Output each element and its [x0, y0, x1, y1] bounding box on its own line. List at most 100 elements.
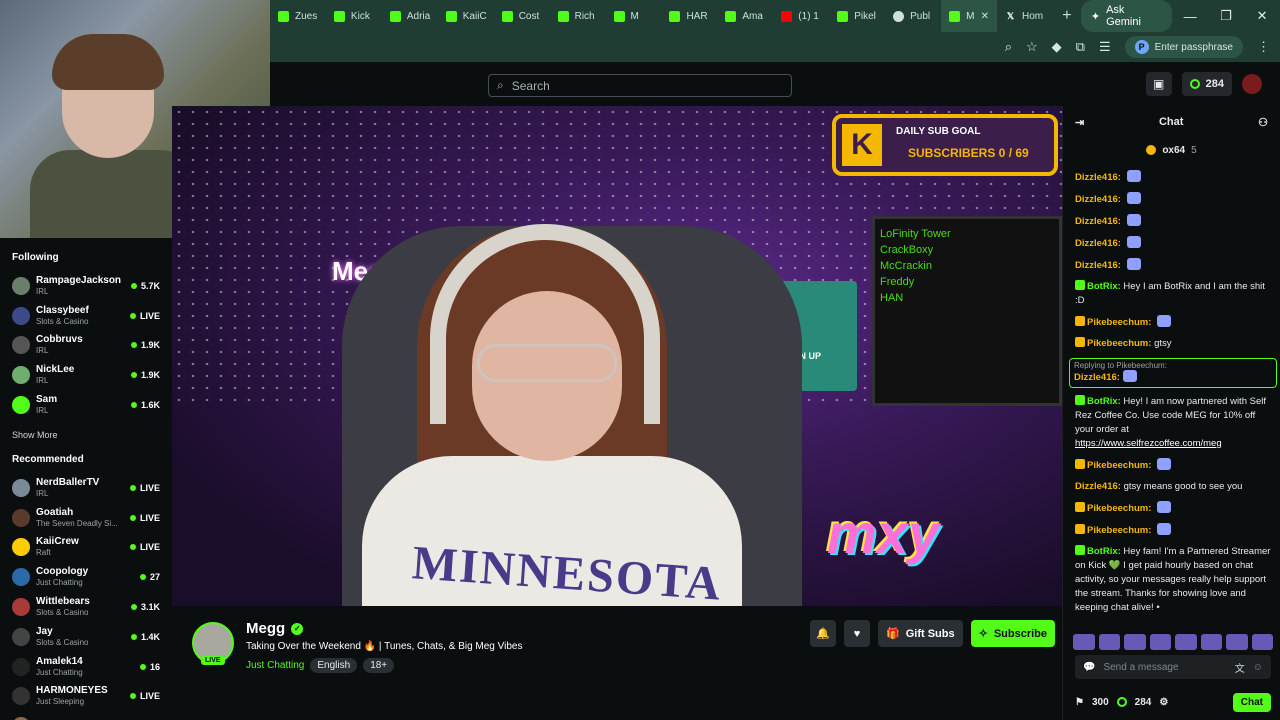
minimize-icon[interactable]: —: [1172, 9, 1208, 24]
browser-tab[interactable]: Publ: [885, 0, 941, 32]
chat-username[interactable]: Dizzle416:: [1075, 216, 1121, 227]
sidebar-channel[interactable]: Jay Slots & Casino 1.4K: [12, 622, 172, 652]
restore-icon[interactable]: ❐: [1208, 8, 1244, 24]
chat-username[interactable]: Dizzle416:: [1075, 238, 1121, 249]
chat-username[interactable]: Dizzle416:: [1075, 260, 1121, 271]
browser-tab[interactable]: Zues: [270, 0, 326, 32]
chat-bubble-icon: 💬: [1083, 661, 1096, 673]
puzzle-icon[interactable]: ⧉: [1076, 39, 1085, 55]
live-dot-icon: [130, 372, 137, 379]
browser-tab[interactable]: Kick: [326, 0, 382, 32]
sidebar-channel[interactable]: Classybeef Slots & Casino LIVE: [12, 301, 172, 331]
menu-kebab-icon[interactable]: ⋮: [1257, 39, 1270, 55]
browser-tab[interactable]: M ✕: [941, 0, 997, 32]
sidebar-channel[interactable]: KaiiCrew Raft LIVE: [12, 533, 172, 563]
search-icon[interactable]: ⌕: [1005, 39, 1012, 55]
browser-tab[interactable]: (1) 1: [773, 0, 829, 32]
tag-mature[interactable]: 18+: [363, 658, 395, 673]
chat-username[interactable]: Pikebeechum:: [1087, 338, 1151, 349]
emote-icon[interactable]: [1226, 634, 1248, 650]
sidebar-channel[interactable]: RampageJackson IRL 5.7K: [12, 271, 172, 301]
sidebar-channel[interactable]: Sam IRL 1.6K: [12, 390, 172, 420]
extension-icon[interactable]: ◆: [1052, 39, 1062, 55]
live-dot-icon: [129, 514, 136, 521]
sidebar-channel[interactable]: NickLee IRL 1.9K: [12, 360, 172, 390]
browser-tab[interactable]: Ama: [717, 0, 773, 32]
close-tab-icon[interactable]: ✕: [981, 11, 989, 22]
rewards-icon[interactable]: ▣: [1145, 72, 1172, 96]
following-list: RampageJackson IRL 5.7K Classybeef Slots & C…: [12, 271, 172, 420]
notification-bell-icon[interactable]: 🔔: [810, 620, 836, 647]
browser-tab-label: HAR: [686, 10, 708, 22]
follow-heart-icon[interactable]: ♥: [844, 620, 870, 647]
collapse-chat-icon[interactable]: ⇥: [1075, 116, 1084, 129]
media-icon[interactable]: ☰: [1099, 39, 1111, 55]
emote-icon[interactable]: [1175, 634, 1197, 650]
live-dot-icon: [130, 402, 137, 409]
browser-tab[interactable]: Rich: [550, 0, 606, 32]
sidebar-channel[interactable]: NerdBallerTV IRL LIVE: [12, 473, 172, 503]
new-tab-button[interactable]: +: [1053, 7, 1081, 25]
kick-icon: [278, 10, 289, 22]
browser-tab-label: KaiiC: [462, 10, 487, 22]
chat-username[interactable]: BotRix:: [1087, 396, 1121, 407]
chat-username[interactable]: Pikebeechum:: [1087, 460, 1151, 471]
emote-icon[interactable]: [1200, 634, 1222, 650]
browser-tab[interactable]: Pikel: [829, 0, 885, 32]
tag-language[interactable]: English: [310, 658, 358, 673]
streamer-name[interactable]: Megg: [246, 620, 285, 637]
chat-username[interactable]: Dizzle416:: [1075, 194, 1121, 205]
emote-icon[interactable]: [1073, 634, 1095, 650]
gift-subs-button[interactable]: 🎁 Gift Subs: [878, 620, 963, 647]
ask-gemini-button[interactable]: ✦ Ask Gemini: [1080, 0, 1173, 32]
browser-tab[interactable]: Cost: [494, 0, 550, 32]
search-bar[interactable]: ⌕ Search: [488, 74, 792, 97]
settings-gear-icon[interactable]: ⚙: [1159, 697, 1168, 708]
sidebar-channel[interactable]: SoulTravels42: [12, 711, 172, 720]
sidebar-channel[interactable]: Cobbruvs IRL 1.9K: [12, 331, 172, 361]
gift-subs-label: Gift Subs: [905, 627, 955, 640]
emote-icon[interactable]: [1098, 634, 1120, 650]
password-manager-button[interactable]: P Enter passphrase: [1124, 36, 1243, 58]
browser-tab[interactable]: HAR: [661, 0, 717, 32]
subscribe-button[interactable]: ✧ Subscribe: [970, 620, 1055, 647]
chat-username[interactable]: Dizzle416:: [1075, 172, 1121, 183]
points-button[interactable]: 284: [1181, 72, 1232, 96]
category-link[interactable]: Just Chatting: [246, 660, 304, 671]
emoji-icon[interactable]: ☺: [1253, 662, 1263, 673]
chat-username[interactable]: Dizzle416:: [1074, 372, 1120, 383]
emote-icon[interactable]: [1251, 634, 1273, 650]
points-icon: [1189, 79, 1200, 89]
show-more-button[interactable]: Show More: [12, 430, 172, 440]
sidebar-channel[interactable]: Wittlebears Slots & Casino 3.1K: [12, 592, 172, 622]
chat-username[interactable]: Pikebeechum:: [1087, 317, 1151, 328]
sidebar-channel[interactable]: Goatiah The Seven Deadly Si... LIVE: [12, 503, 172, 533]
browser-tab[interactable]: KaiiC: [438, 0, 494, 32]
sidebar-channel[interactable]: Coopology Just Chatting 27: [12, 562, 172, 592]
chat-username[interactable]: BotRix:: [1087, 546, 1121, 557]
chat-username[interactable]: Pikebeechum:: [1087, 525, 1151, 536]
sidebar-channel[interactable]: Amalek14 Just Chatting 16: [12, 652, 172, 682]
user-avatar[interactable]: [1242, 74, 1262, 94]
translate-icon[interactable]: 文: [1235, 660, 1245, 675]
close-window-icon[interactable]: ✕: [1244, 8, 1280, 24]
emote-icon[interactable]: [1124, 634, 1146, 650]
chat-send-button[interactable]: Chat: [1232, 692, 1271, 712]
chat-username[interactable]: BotRix:: [1087, 281, 1121, 292]
browser-tab-label: Zues: [295, 10, 318, 22]
chat-users-icon[interactable]: ⚇: [1258, 116, 1268, 129]
browser-tab[interactable]: 𝕏 Hom: [997, 0, 1053, 32]
pinned-gifter[interactable]: ox64 5: [1063, 138, 1280, 162]
browser-tab-label: M: [630, 10, 639, 22]
chat-username[interactable]: Dizzle416:: [1075, 481, 1121, 492]
video-player[interactable]: LoFinity Tower CrackBoxy McCrackin Fredd…: [172, 106, 1062, 606]
browser-tab[interactable]: M: [606, 0, 662, 32]
chat-input[interactable]: 💬 Send a message 文 ☺: [1075, 655, 1271, 679]
sidebar-channel[interactable]: HARMONEYES Just Sleeping LIVE: [12, 682, 172, 712]
chat-username[interactable]: Pikebeechum:: [1087, 503, 1151, 514]
kick-icon: [389, 10, 401, 22]
browser-tab[interactable]: Adria: [382, 0, 438, 32]
emote-icon[interactable]: [1149, 634, 1171, 650]
chat-link[interactable]: https://www.selfrezcoffee.com/meg: [1075, 438, 1222, 449]
bookmark-star-icon[interactable]: ☆: [1026, 39, 1038, 55]
